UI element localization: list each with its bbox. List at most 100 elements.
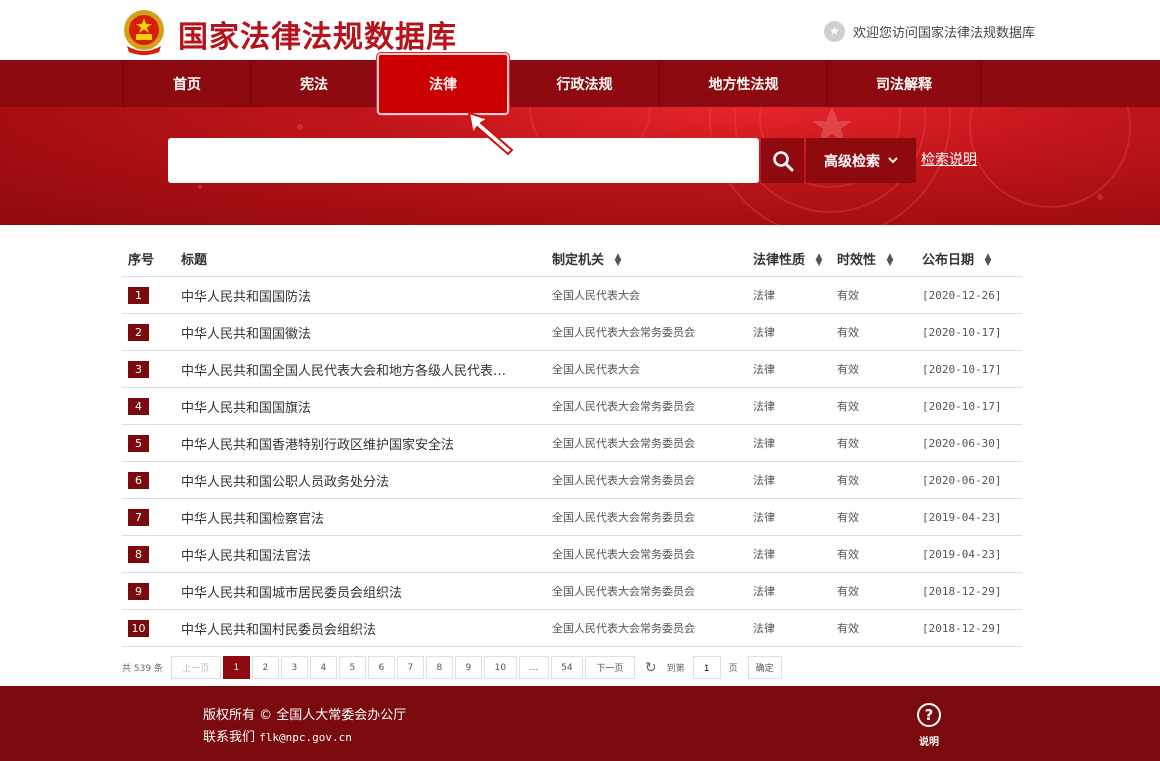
page-button[interactable]: 6 — [367, 656, 395, 679]
law-date: [2018-12-29] — [922, 621, 1002, 635]
table-row[interactable]: 2 中华人民共和国国徽法 全国人民代表大会常务委员会 法律 有效 [2020-1… — [122, 314, 1022, 351]
law-validity: 有效 — [837, 400, 859, 413]
header-type[interactable]: 法律性质 ▲ ▼ — [753, 249, 837, 268]
law-type: 法律 — [753, 622, 775, 635]
law-org: 全国人民代表大会常务委员会 — [552, 326, 695, 339]
question-mark-icon[interactable]: ? — [917, 703, 941, 727]
table-row[interactable]: 6 中华人民共和国公职人员政务处分法 全国人民代表大会常务委员会 法律 有效 [… — [122, 462, 1022, 499]
law-title-link[interactable]: 中华人民共和国香港特别行政区维护国家安全法 — [181, 434, 552, 453]
header-org[interactable]: 制定机关 ▲ ▼ — [552, 249, 753, 268]
nav-item-law[interactable]: 法律 — [377, 53, 509, 115]
law-type: 法律 — [753, 474, 775, 487]
cursor-arrow-icon — [468, 112, 513, 155]
page-button[interactable]: 5 — [338, 656, 366, 679]
site-header: 国家法律法规数据库 ★ 欢迎您访问国家法律法规数据库 — [0, 0, 1160, 60]
table-row[interactable]: 1 中华人民共和国国防法 全国人民代表大会 法律 有效 [2020-12-26] — [122, 277, 1022, 314]
law-title-link[interactable]: 中华人民共和国全国人民代表大会和地方各级人民代表… — [181, 360, 552, 379]
law-date: [2020-06-30] — [922, 436, 1002, 450]
law-title-link[interactable]: 中华人民共和国国旗法 — [181, 397, 552, 416]
header-date[interactable]: 公布日期 ▲ ▼ — [922, 249, 1022, 268]
law-title-link[interactable]: 中华人民共和国城市居民委员会组织法 — [181, 582, 552, 601]
page-button[interactable]: 9 — [454, 656, 482, 679]
law-title-link[interactable]: 中华人民共和国法官法 — [181, 545, 552, 564]
page-button[interactable]: 54 — [550, 656, 583, 679]
advanced-search-button[interactable]: 高级检索 — [806, 138, 916, 183]
law-type: 法律 — [753, 289, 775, 302]
header-validity[interactable]: 时效性 ▲ ▼ — [837, 249, 922, 268]
welcome-message: ★ 欢迎您访问国家法律法规数据库 — [824, 20, 1035, 42]
table-row[interactable]: 3 中华人民共和国全国人民代表大会和地方各级人民代表… 全国人民代表大会 法律 … — [122, 351, 1022, 388]
nav-item-judicial-interpretations[interactable]: 司法解释 — [827, 60, 981, 107]
law-org: 全国人民代表大会 — [552, 289, 640, 302]
row-number-badge: 9 — [128, 582, 149, 600]
nav-item-home[interactable]: 首页 — [123, 60, 250, 107]
refresh-icon[interactable]: ↻ — [645, 660, 657, 676]
header-org-label: 制定机关 — [552, 252, 605, 268]
contact-line: 联系我们 flk@npc.gov.cn — [203, 726, 352, 745]
sort-icon[interactable]: ▲ ▼ — [615, 253, 622, 268]
page-button[interactable]: 4 — [309, 656, 337, 679]
search-help-link[interactable]: 检索说明 — [921, 149, 977, 169]
national-emblem-logo[interactable] — [121, 8, 167, 56]
table-row[interactable]: 9 中华人民共和国城市居民委员会组织法 全国人民代表大会常务委员会 法律 有效 … — [122, 573, 1022, 610]
law-validity: 有效 — [837, 289, 859, 302]
law-date: [2020-10-17] — [922, 325, 1002, 339]
law-title-link[interactable]: 中华人民共和国公职人员政务处分法 — [181, 471, 552, 490]
goto-page-input[interactable] — [692, 656, 721, 679]
law-type: 法律 — [753, 511, 775, 524]
prev-page-button[interactable]: 上一页 — [170, 656, 221, 679]
sort-icon[interactable]: ▲ ▼ — [816, 253, 823, 268]
page-unit-label: 页 — [728, 664, 738, 674]
page-button[interactable]: 7 — [396, 656, 424, 679]
table-header: 序号 标题 制定机关 ▲ ▼ 法律性质 ▲ ▼ 时效性 ▲ ▼ 公布日期 ▲ ▼ — [122, 240, 1022, 277]
page-button[interactable]: 1 — [222, 656, 250, 679]
law-validity: 有效 — [837, 548, 859, 561]
law-org: 全国人民代表大会常务委员会 — [552, 474, 695, 487]
page-button[interactable]: 8 — [425, 656, 453, 679]
search-button[interactable] — [761, 138, 804, 183]
header-type-label: 法律性质 — [753, 252, 806, 268]
nav-item-constitution[interactable]: 宪法 — [250, 60, 377, 107]
table-row[interactable]: 7 中华人民共和国检察官法 全国人民代表大会常务委员会 法律 有效 [2019-… — [122, 499, 1022, 536]
welcome-text: 欢迎您访问国家法律法规数据库 — [853, 25, 1036, 41]
table-row[interactable]: 8 中华人民共和国法官法 全国人民代表大会常务委员会 法律 有效 [2019-0… — [122, 536, 1022, 573]
header-date-label: 公布日期 — [922, 252, 975, 268]
total-count: 共 539 条 — [122, 664, 163, 674]
law-title-link[interactable]: 中华人民共和国国防法 — [181, 286, 552, 305]
help-label[interactable]: 说明 — [919, 733, 939, 748]
law-org: 全国人民代表大会常务委员会 — [552, 400, 695, 413]
goto-confirm-button[interactable]: 确定 — [747, 656, 782, 679]
row-number-badge: 10 — [128, 619, 149, 637]
law-org: 全国人民代表大会常务委员会 — [552, 511, 695, 524]
advanced-search-label: 高级检索 — [824, 153, 880, 170]
sort-icon[interactable]: ▲ ▼ — [887, 253, 894, 268]
row-number-badge: 3 — [128, 360, 149, 378]
law-type: 法律 — [753, 437, 775, 450]
header-no: 序号 — [128, 252, 155, 268]
law-date: [2020-06-20] — [922, 473, 1002, 487]
page-button[interactable]: 10 — [483, 656, 517, 679]
law-title-link[interactable]: 中华人民共和国国徽法 — [181, 323, 552, 342]
law-org: 全国人民代表大会常务委员会 — [552, 585, 695, 598]
page-button[interactable]: 2 — [251, 656, 279, 679]
page-button[interactable]: 3 — [280, 656, 308, 679]
next-page-button[interactable]: 下一页 — [584, 656, 635, 679]
law-title-link[interactable]: 中华人民共和国村民委员会组织法 — [181, 619, 552, 638]
sort-icon[interactable]: ▲ ▼ — [985, 253, 992, 268]
row-number-badge: 1 — [128, 286, 149, 304]
pagination: 共 539 条 上一页 1 2 3 4 5 6 7 8 9 10 … 54 下一… — [122, 656, 784, 679]
table-row[interactable]: 4 中华人民共和国国旗法 全国人民代表大会常务委员会 法律 有效 [2020-1… — [122, 388, 1022, 425]
site-title[interactable]: 国家法律法规数据库 — [178, 12, 457, 56]
law-type: 法律 — [753, 400, 775, 413]
law-type: 法律 — [753, 363, 775, 376]
table-row[interactable]: 10 中华人民共和国村民委员会组织法 全国人民代表大会常务委员会 法律 有效 [… — [122, 610, 1022, 647]
table-row[interactable]: 5 中华人民共和国香港特别行政区维护国家安全法 全国人民代表大会常务委员会 法律… — [122, 425, 1022, 462]
law-type: 法律 — [753, 326, 775, 339]
search-input[interactable] — [168, 138, 759, 183]
nav-item-local-regulations[interactable]: 地方性法规 — [659, 60, 827, 107]
contact-email-link[interactable]: flk@npc.gov.cn — [259, 731, 352, 744]
star-icon: ★ — [824, 20, 845, 42]
law-title-link[interactable]: 中华人民共和国检察官法 — [181, 508, 552, 527]
law-validity: 有效 — [837, 326, 859, 339]
nav-item-administrative-regulations[interactable]: 行政法规 — [509, 60, 659, 107]
